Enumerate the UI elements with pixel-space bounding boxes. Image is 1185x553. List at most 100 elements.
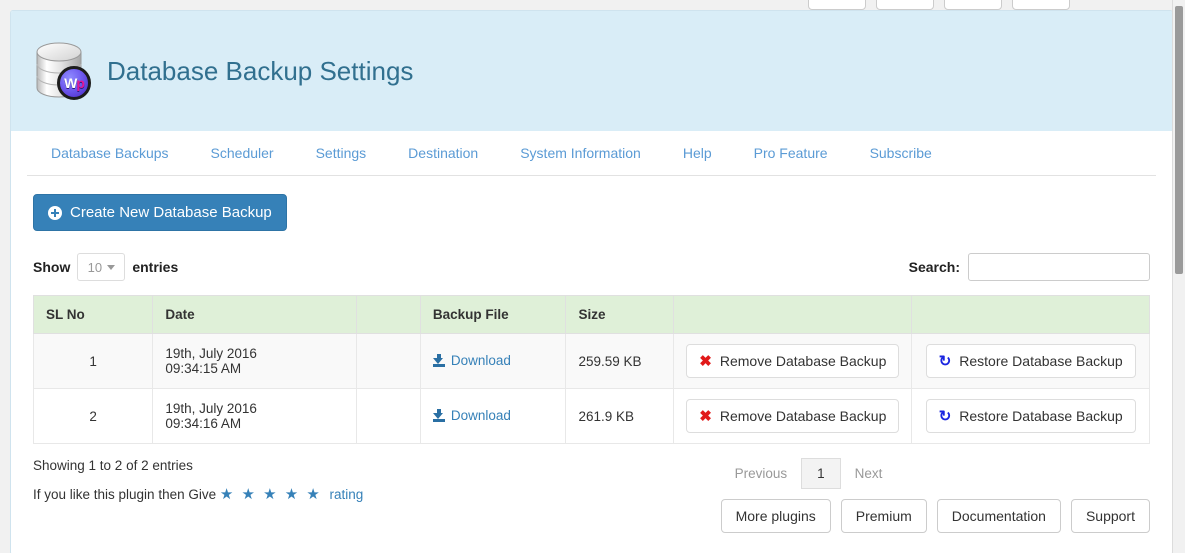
footer-left: Showing 1 to 2 of 2 entries If you like …: [33, 458, 363, 503]
cell-date-day: 19th, July 2016: [165, 401, 343, 416]
plus-circle-icon: [48, 206, 62, 220]
cell-restore-action: ↻ Restore Database Backup: [912, 334, 1150, 389]
show-entries-control: Show 10 entries: [33, 253, 178, 281]
cell-date-time: 09:34:16 AM: [165, 416, 343, 431]
cell-blank: [356, 334, 420, 389]
cell-blank: [356, 389, 420, 444]
tab-system-information[interactable]: System Information: [499, 145, 662, 161]
refresh-icon: ↻: [939, 354, 952, 369]
pagination-previous[interactable]: Previous: [721, 458, 802, 489]
offscreen-button-3[interactable]: [944, 0, 1002, 10]
remove-database-backup-button[interactable]: ✖ Remove Database Backup: [686, 344, 899, 378]
table-row: 1 19th, July 2016 09:34:15 AM Downlo: [34, 334, 1150, 389]
badge-letter-w: W: [64, 76, 76, 90]
badge-letter-p: p: [76, 76, 84, 90]
restore-database-backup-button[interactable]: ↻ Restore Database Backup: [926, 344, 1136, 378]
vertical-scrollbar[interactable]: [1172, 0, 1185, 553]
cell-restore-action: ↻ Restore Database Backup: [912, 389, 1150, 444]
close-icon: ✖: [699, 354, 712, 369]
cell-date-time: 09:34:15 AM: [165, 361, 343, 376]
chevron-down-icon: [107, 265, 115, 270]
content-area: Create New Database Backup Show 10 entri…: [11, 176, 1172, 533]
pagination: Previous 1 Next: [721, 458, 1150, 489]
scrollbar-thumb[interactable]: [1175, 6, 1183, 274]
pagination-page-1[interactable]: 1: [801, 458, 841, 489]
cell-date: 19th, July 2016 09:34:15 AM: [153, 334, 356, 389]
cell-size: 259.59 KB: [566, 334, 674, 389]
column-header-date: Date: [153, 296, 356, 334]
restore-button-label: Restore Database Backup: [959, 408, 1122, 424]
backups-table: SL No Date Backup File Size 1 19th, July…: [33, 295, 1150, 444]
page-title: Database Backup Settings: [107, 56, 413, 87]
page-header: Wp Database Backup Settings: [11, 11, 1172, 131]
premium-button[interactable]: Premium: [841, 499, 927, 533]
table-header-row: SL No Date Backup File Size: [34, 296, 1150, 334]
cell-remove-action: ✖ Remove Database Backup: [674, 389, 912, 444]
show-label: Show: [33, 259, 70, 275]
cell-size: 261.9 KB: [566, 389, 674, 444]
restore-database-backup-button[interactable]: ↻ Restore Database Backup: [926, 399, 1136, 433]
tab-database-backups[interactable]: Database Backups: [27, 145, 190, 161]
offscreen-button-1[interactable]: [808, 0, 866, 10]
download-label: Download: [451, 408, 511, 423]
cell-sl-no: 1: [34, 334, 153, 389]
download-link[interactable]: Download: [433, 353, 511, 368]
close-icon: ✖: [699, 409, 712, 424]
tab-pro-feature[interactable]: Pro Feature: [733, 145, 849, 161]
page-length-select[interactable]: 10: [77, 253, 125, 281]
table-info: Showing 1 to 2 of 2 entries: [33, 458, 363, 473]
column-header-remove: [674, 296, 912, 334]
remove-button-label: Remove Database Backup: [720, 353, 887, 369]
entries-label: entries: [132, 259, 178, 275]
table-body: 1 19th, July 2016 09:34:15 AM Downlo: [34, 334, 1150, 444]
download-icon: [433, 409, 445, 422]
cell-remove-action: ✖ Remove Database Backup: [674, 334, 912, 389]
nav-tabs: Database Backups Scheduler Settings Dest…: [27, 131, 1156, 176]
screen-root: Wp Database Backup Settings Database Bac…: [0, 0, 1185, 553]
create-new-database-backup-button[interactable]: Create New Database Backup: [33, 194, 287, 231]
main-panel: Wp Database Backup Settings Database Bac…: [10, 10, 1173, 553]
support-button[interactable]: Support: [1071, 499, 1150, 533]
rating-row: If you like this plugin then Give ★ ★ ★ …: [33, 485, 363, 503]
rating-text: If you like this plugin then Give: [33, 487, 216, 502]
search-control: Search:: [909, 253, 1150, 281]
download-icon: [433, 354, 445, 367]
offscreen-button-row: [808, 0, 1070, 10]
offscreen-button-4[interactable]: [1012, 0, 1070, 10]
star-rating-icon[interactable]: ★ ★ ★ ★ ★: [220, 486, 322, 503]
footer-button-group: More plugins Premium Documentation Suppo…: [721, 499, 1150, 533]
footer-right: Previous 1 Next More plugins Premium Doc…: [721, 458, 1150, 533]
tab-destination[interactable]: Destination: [387, 145, 499, 161]
cell-sl-no: 2: [34, 389, 153, 444]
table-row: 2 19th, July 2016 09:34:16 AM Downlo: [34, 389, 1150, 444]
remove-button-label: Remove Database Backup: [720, 408, 887, 424]
nav-wrapper: Database Backups Scheduler Settings Dest…: [11, 131, 1172, 176]
tab-scheduler[interactable]: Scheduler: [190, 145, 295, 161]
cell-date-day: 19th, July 2016: [165, 346, 343, 361]
download-label: Download: [451, 353, 511, 368]
remove-database-backup-button[interactable]: ✖ Remove Database Backup: [686, 399, 899, 433]
offscreen-button-2[interactable]: [876, 0, 934, 10]
column-header-backup-file: Backup File: [420, 296, 566, 334]
page-length-value: 10: [88, 260, 102, 275]
tab-subscribe[interactable]: Subscribe: [849, 145, 953, 161]
search-label: Search:: [909, 259, 960, 275]
more-plugins-button[interactable]: More plugins: [721, 499, 831, 533]
column-header-sl-no: SL No: [34, 296, 153, 334]
create-button-label: Create New Database Backup: [70, 204, 272, 221]
table-controls: Show 10 entries Search:: [33, 253, 1150, 281]
database-cylinder-icon: Wp: [31, 40, 93, 102]
documentation-button[interactable]: Documentation: [937, 499, 1061, 533]
cell-date: 19th, July 2016 09:34:16 AM: [153, 389, 356, 444]
download-link[interactable]: Download: [433, 408, 511, 423]
restore-button-label: Restore Database Backup: [959, 353, 1122, 369]
rating-link[interactable]: rating: [330, 487, 364, 502]
search-input[interactable]: [968, 253, 1150, 281]
column-header-size: Size: [566, 296, 674, 334]
tab-settings[interactable]: Settings: [295, 145, 388, 161]
pagination-next[interactable]: Next: [841, 458, 897, 489]
wordpress-badge-icon: Wp: [57, 66, 91, 100]
column-header-restore: [912, 296, 1150, 334]
refresh-icon: ↻: [939, 409, 952, 424]
tab-help[interactable]: Help: [662, 145, 733, 161]
